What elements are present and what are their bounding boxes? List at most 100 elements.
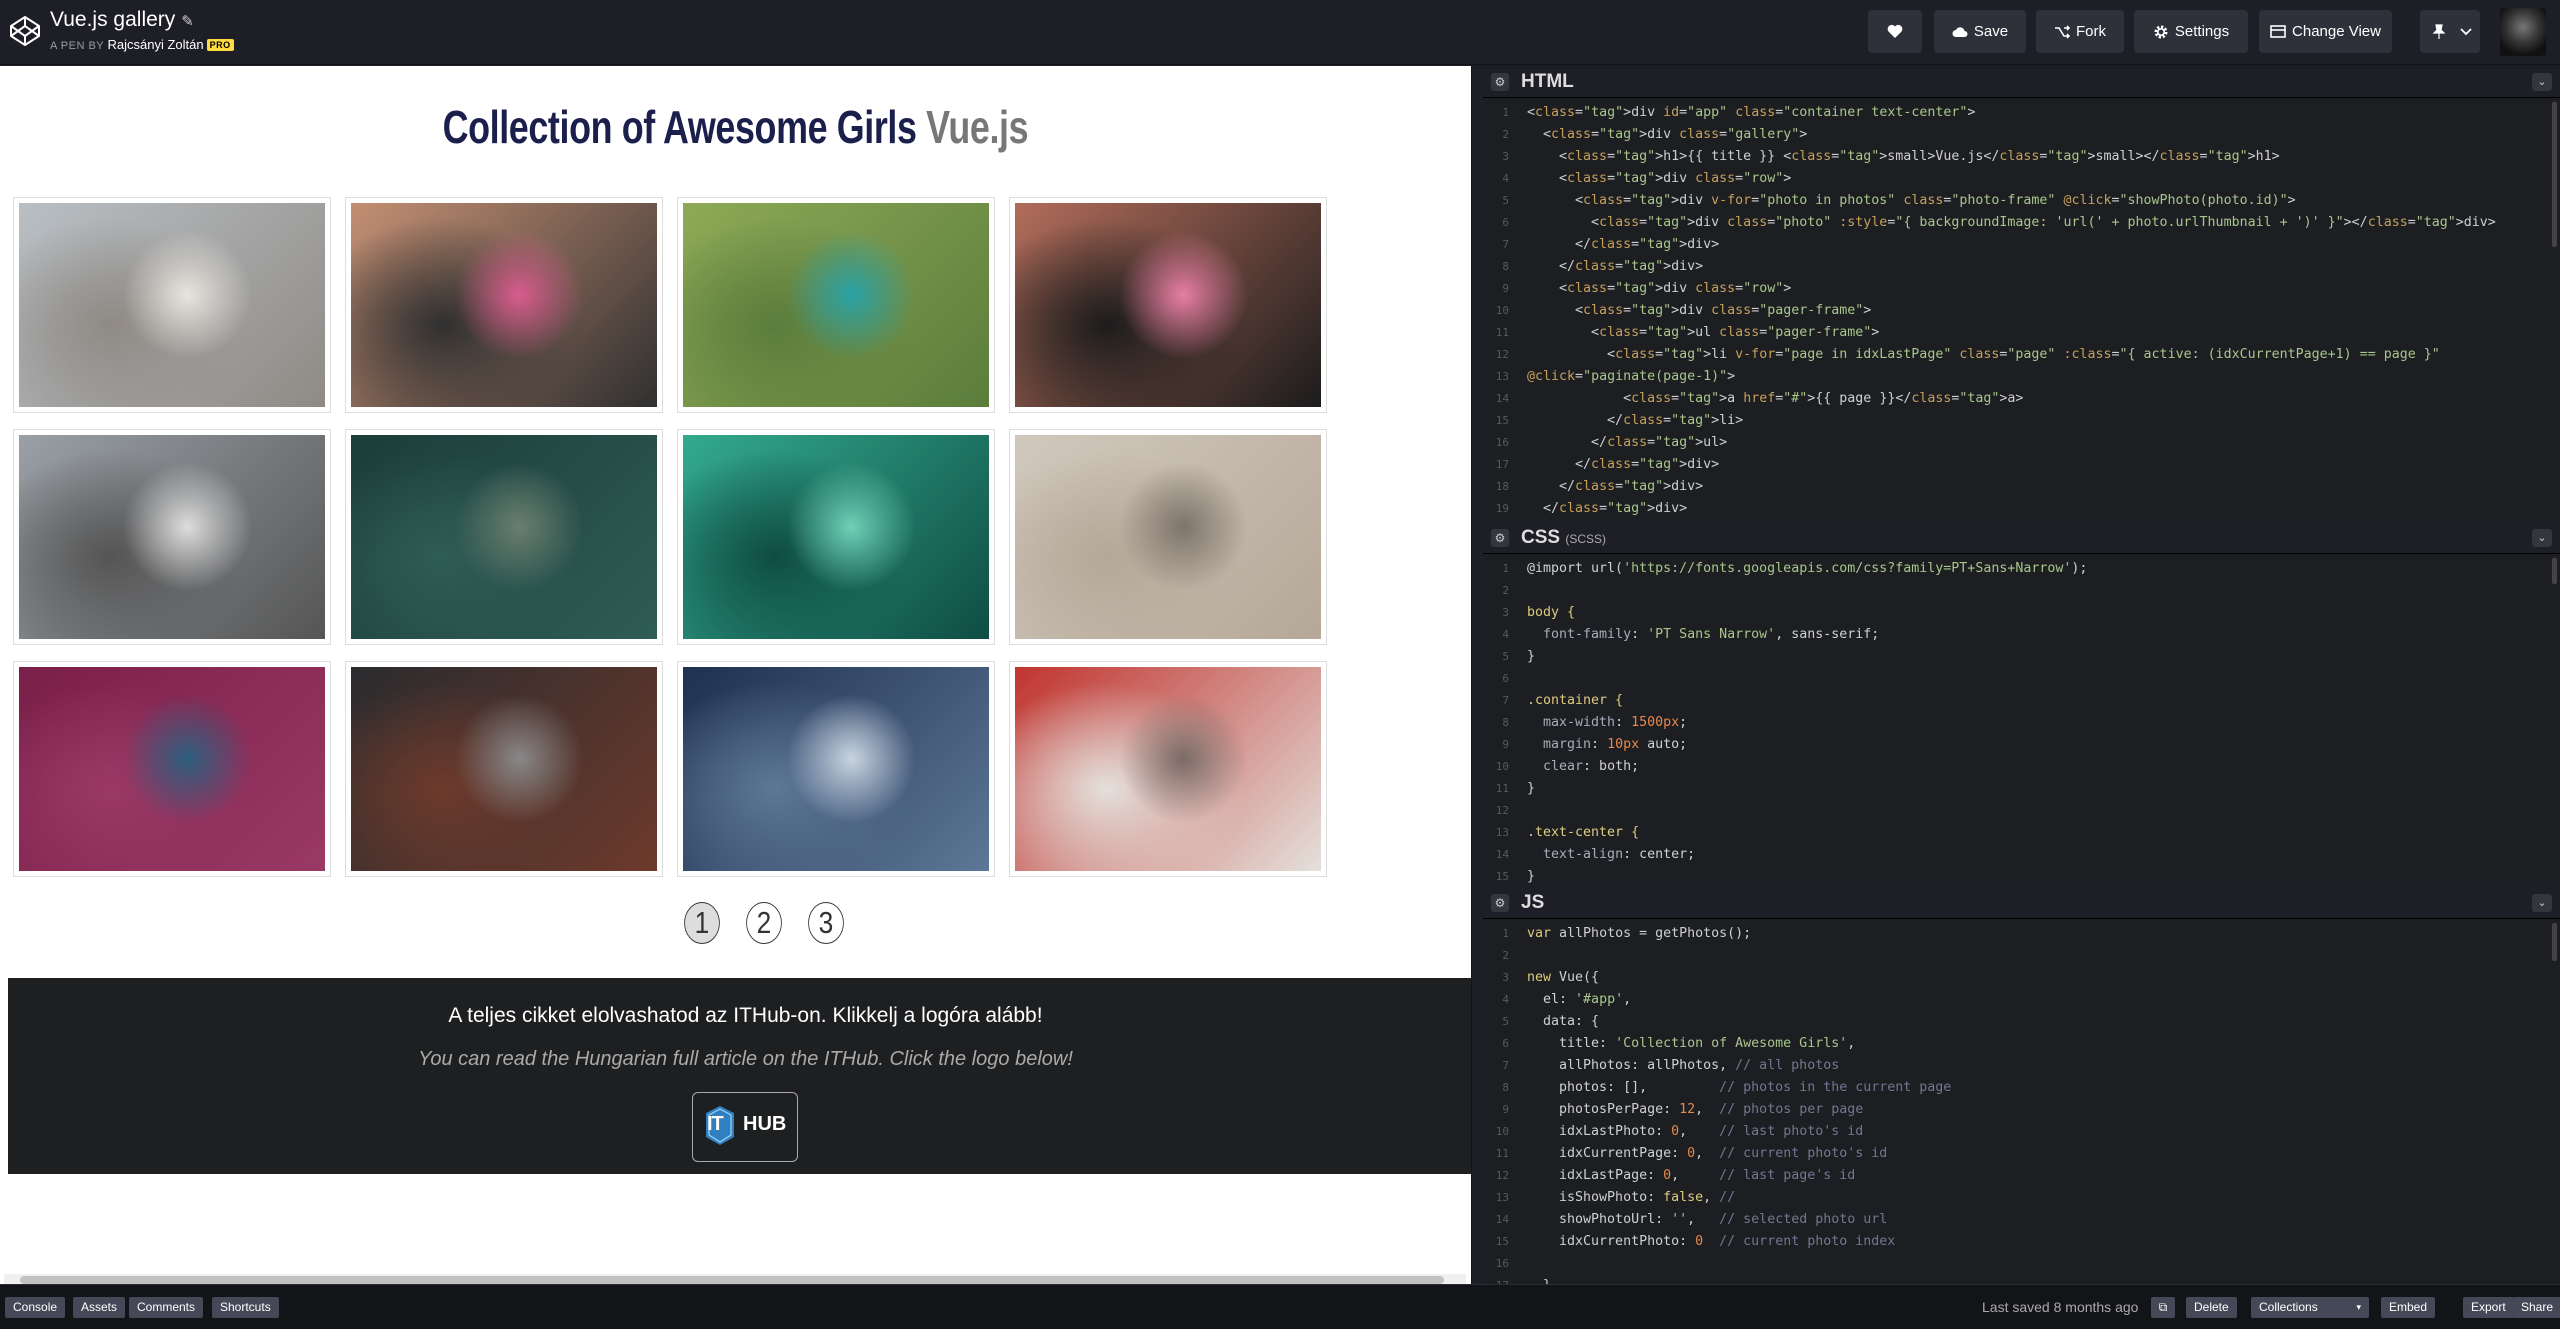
code-line[interactable]: 12 <box>1496 800 2544 822</box>
code-line[interactable]: 7 .container { <box>1502 690 2544 712</box>
embed-button[interactable]: Embed <box>2381 1297 2436 1318</box>
chevron-down-icon[interactable]: ⌄ <box>2532 73 2552 91</box>
photo-frame[interactable] <box>677 661 995 877</box>
code-line[interactable]: 9 margin: 10px auto; <box>1502 734 2544 756</box>
code-line[interactable]: 3 <class="tag">h1>{{ title }} <class="ta… <box>1502 146 2544 168</box>
export-button[interactable]: Export <box>2463 1297 2514 1318</box>
vertical-scrollbar[interactable] <box>2552 558 2557 584</box>
code-line[interactable]: 17 }, <box>1496 1275 2544 1284</box>
code-line[interactable]: 13 isShowPhoto: false, // <box>1496 1187 2544 1209</box>
code-line[interactable]: 12 idxLastPage: 0, // last page's id <box>1496 1165 2544 1187</box>
css-code-area[interactable]: 1 @import url('https://fonts.googleapis.c… <box>1483 556 2560 884</box>
collections-dropdown[interactable]: Collections ▾ <box>2251 1297 2369 1318</box>
code-line[interactable]: 13 @click="paginate(page-1)"> <box>1496 366 2544 388</box>
code-line[interactable]: 17 </class="tag">div> <box>1496 454 2544 476</box>
ithub-logo-link[interactable]: IT HUB <box>692 1092 798 1162</box>
code-line[interactable]: 6 <box>1502 668 2544 690</box>
console-button[interactable]: Console <box>5 1297 66 1318</box>
code-line[interactable]: 1 @import url('https://fonts.googleapis.c… <box>1502 558 2544 580</box>
codepen-logo-icon[interactable] <box>8 14 42 48</box>
code-line[interactable]: 14 showPhotoUrl: '', // selected photo u… <box>1496 1209 2544 1231</box>
code-line[interactable]: 7 </class="tag">div> <box>1502 234 2544 256</box>
code-line[interactable]: 3 new Vue({ <box>1502 967 2544 989</box>
html-code[interactable]: 1 <class="tag">div id="app" class="contai… <box>1496 102 2544 519</box>
code-line[interactable]: 13 .text-center { <box>1496 822 2544 844</box>
gear-icon[interactable]: ⚙ <box>1491 894 1509 912</box>
code-line[interactable]: 15 </class="tag">li> <box>1496 410 2544 432</box>
delete-button[interactable]: Delete <box>2186 1297 2237 1318</box>
photo-frame[interactable] <box>345 429 663 645</box>
code-line[interactable]: 11 <class="tag">ul class="pager-frame"> <box>1496 322 2544 344</box>
photo-frame[interactable] <box>13 661 331 877</box>
js-code-area[interactable]: 1 var allPhotos = getPhotos(); 2 3 new Vue({… <box>1483 921 2560 1284</box>
external-link-icon[interactable]: ⧉ <box>2151 1297 2175 1318</box>
code-line[interactable]: 4 <class="tag">div class="row"> <box>1502 168 2544 190</box>
gear-icon[interactable]: ⚙ <box>1491 73 1509 91</box>
photo-frame[interactable] <box>345 197 663 413</box>
photo-frame[interactable] <box>1009 429 1327 645</box>
code-line[interactable]: 10 clear: both; <box>1496 756 2544 778</box>
code-line[interactable]: 4 font-family: 'PT Sans Narrow', sans-se… <box>1502 624 2544 646</box>
pen-title[interactable]: Vue.js gallery ✎ <box>50 8 194 32</box>
code-line[interactable]: 8 photos: [], // photos in the current p… <box>1502 1077 2544 1099</box>
share-button[interactable]: Share <box>2513 1297 2560 1318</box>
code-line[interactable]: 5} <box>1502 646 2544 668</box>
chevron-down-icon[interactable]: ⌄ <box>2532 894 2552 912</box>
code-line[interactable]: 8 </class="tag">div> <box>1502 256 2544 278</box>
code-line[interactable]: 2 <class="tag">div class="gallery"> <box>1502 124 2544 146</box>
vertical-scrollbar[interactable] <box>2552 102 2557 247</box>
code-line[interactable]: 1 var allPhotos = getPhotos(); <box>1502 923 2544 945</box>
code-line[interactable]: 6 <class="tag">div class="photo" :style=… <box>1502 212 2544 234</box>
assets-button[interactable]: Assets <box>73 1297 126 1318</box>
code-line[interactable]: 8 max-width: 1500px; <box>1502 712 2544 734</box>
change-view-button[interactable]: Change View <box>2259 10 2392 53</box>
chevron-down-icon[interactable] <box>2460 27 2472 36</box>
code-line[interactable]: 19 </class="tag">div> <box>1496 498 2544 519</box>
code-line[interactable]: 2 <box>1502 945 2544 967</box>
code-line[interactable]: 7 allPhotos: allPhotos, // all photos <box>1502 1055 2544 1077</box>
gear-icon[interactable]: ⚙ <box>1491 529 1509 547</box>
code-line[interactable]: 10 <class="tag">div class="pager-frame"> <box>1496 300 2544 322</box>
code-line[interactable]: 14 text-align: center; <box>1496 844 2544 866</box>
code-line[interactable]: 10 idxLastPhoto: 0, // last photo's id <box>1496 1121 2544 1143</box>
pager-page-3[interactable]: 3 <box>808 902 844 944</box>
shortcuts-button[interactable]: Shortcuts <box>212 1297 279 1318</box>
photo-frame[interactable] <box>345 661 663 877</box>
pane-resizer[interactable] <box>1471 66 1483 1284</box>
photo-frame[interactable] <box>1009 197 1327 413</box>
code-line[interactable]: 9 <class="tag">div class="row"> <box>1502 278 2544 300</box>
code-line[interactable]: 14 <class="tag">a href="#">{{ page }}</c… <box>1496 388 2544 410</box>
code-line[interactable]: 5 data: { <box>1502 1011 2544 1033</box>
pager-page-1[interactable]: 1 <box>684 902 720 944</box>
fork-button[interactable]: Fork <box>2036 10 2124 53</box>
horizontal-scrollbar[interactable] <box>4 1274 1466 1284</box>
code-line[interactable]: 5 <class="tag">div v-for="photo in photo… <box>1502 190 2544 212</box>
css-code[interactable]: 1 @import url('https://fonts.googleapis.c… <box>1496 558 2544 884</box>
photo-frame[interactable] <box>677 197 995 413</box>
code-line[interactable]: 3 body { <box>1502 602 2544 624</box>
pin-button[interactable] <box>2420 10 2480 53</box>
photo-frame[interactable] <box>677 429 995 645</box>
js-code[interactable]: 1 var allPhotos = getPhotos(); 2 3 new Vue({… <box>1496 923 2544 1284</box>
code-line[interactable]: 11} <box>1496 778 2544 800</box>
photo-frame[interactable] <box>13 429 331 645</box>
vertical-scrollbar[interactable] <box>2552 923 2557 961</box>
code-line[interactable]: 12 <class="tag">li v-for="page in idxLas… <box>1496 344 2544 366</box>
code-line[interactable]: 15} <box>1496 866 2544 884</box>
code-line[interactable]: 6 title: 'Collection of Awesome Girls', <box>1502 1033 2544 1055</box>
chevron-down-icon[interactable]: ⌄ <box>2532 529 2552 547</box>
code-line[interactable]: 11 idxCurrentPage: 0, // current photo's… <box>1496 1143 2544 1165</box>
photo-frame[interactable] <box>13 197 331 413</box>
code-line[interactable]: 18 </class="tag">div> <box>1496 476 2544 498</box>
code-line[interactable]: 15 idxCurrentPhoto: 0 // current photo i… <box>1496 1231 2544 1253</box>
pencil-icon[interactable]: ✎ <box>181 13 194 30</box>
code-line[interactable]: 9 photosPerPage: 12, // photos per page <box>1502 1099 2544 1121</box>
code-line[interactable]: 16 </class="tag">ul> <box>1496 432 2544 454</box>
html-code-area[interactable]: 1 <class="tag">div id="app" class="contai… <box>1483 100 2560 519</box>
photo-frame[interactable] <box>1009 661 1327 877</box>
code-line[interactable]: 16 <box>1496 1253 2544 1275</box>
code-line[interactable]: 4 el: '#app', <box>1502 989 2544 1011</box>
save-button[interactable]: Save <box>1934 10 2026 53</box>
code-line[interactable]: 2 <box>1502 580 2544 602</box>
code-line[interactable]: 1 <class="tag">div id="app" class="contai… <box>1502 102 2544 124</box>
